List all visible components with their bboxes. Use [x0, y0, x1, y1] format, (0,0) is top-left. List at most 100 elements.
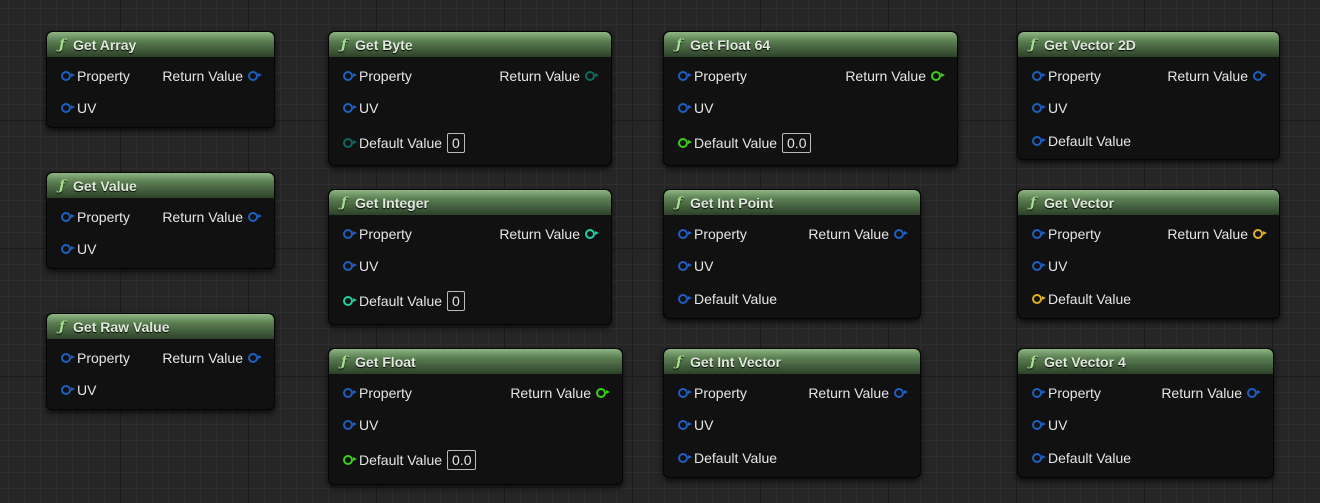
- input-pin-default-value[interactable]: Default Value: [1032, 131, 1131, 151]
- node-header[interactable]: ƒ Get Float: [329, 349, 622, 374]
- pin-icon[interactable]: [248, 212, 262, 222]
- input-pin-uv[interactable]: UV: [1032, 415, 1067, 435]
- node-header[interactable]: ƒ Get Byte: [329, 32, 611, 57]
- pin-icon[interactable]: [343, 138, 357, 148]
- input-pin-uv[interactable]: UV: [343, 415, 378, 435]
- pin-icon[interactable]: [343, 388, 357, 398]
- pin-icon[interactable]: [1032, 71, 1046, 81]
- node-get-value[interactable]: ƒ Get Value Property UV Return Value: [46, 172, 275, 269]
- input-pin-uv[interactable]: UV: [678, 256, 713, 276]
- pin-icon[interactable]: [61, 71, 75, 81]
- pin-icon[interactable]: [61, 103, 75, 113]
- pin-icon[interactable]: [343, 261, 357, 271]
- input-pin-uv[interactable]: UV: [61, 380, 96, 400]
- node-get-int-vector[interactable]: ƒ Get Int Vector Property UV Default Value Re…: [663, 348, 921, 478]
- output-pin-return-value[interactable]: Return Value: [499, 224, 599, 244]
- pin-icon[interactable]: [61, 212, 75, 222]
- pin-icon[interactable]: [1032, 420, 1046, 430]
- node-header[interactable]: ƒ Get Int Point: [664, 190, 920, 215]
- pin-icon[interactable]: [1032, 388, 1046, 398]
- pin-icon[interactable]: [1032, 103, 1046, 113]
- node-header[interactable]: ƒ Get Vector: [1018, 190, 1279, 215]
- input-pin-default-value[interactable]: Default Value: [1032, 448, 1131, 468]
- input-pin-property[interactable]: Property: [678, 224, 747, 244]
- input-pin-uv[interactable]: UV: [61, 239, 96, 259]
- pin-icon[interactable]: [343, 296, 357, 306]
- input-pin-property[interactable]: Property: [678, 66, 747, 86]
- node-header[interactable]: ƒ Get Float 64: [664, 32, 957, 57]
- input-pin-property[interactable]: Property: [343, 383, 412, 403]
- output-pin-return-value[interactable]: Return Value: [162, 207, 262, 227]
- output-pin-return-value[interactable]: Return Value: [808, 224, 908, 244]
- node-header[interactable]: ƒ Get Vector 2D: [1018, 32, 1279, 57]
- pin-icon[interactable]: [585, 71, 599, 81]
- output-pin-return-value[interactable]: Return Value: [510, 383, 610, 403]
- default-value-input[interactable]: 0.0: [782, 133, 812, 153]
- input-pin-uv[interactable]: UV: [343, 98, 378, 118]
- node-get-int-point[interactable]: ƒ Get Int Point Property UV Default Value Ret…: [663, 189, 921, 319]
- output-pin-return-value[interactable]: Return Value: [162, 348, 262, 368]
- pin-icon[interactable]: [1253, 71, 1267, 81]
- node-header[interactable]: ƒ Get Integer: [329, 190, 611, 215]
- input-pin-default-value[interactable]: Default Value 0: [343, 291, 465, 311]
- pin-icon[interactable]: [894, 229, 908, 239]
- pin-icon[interactable]: [61, 244, 75, 254]
- pin-icon[interactable]: [1247, 388, 1261, 398]
- input-pin-property[interactable]: Property: [1032, 383, 1101, 403]
- input-pin-property[interactable]: Property: [61, 348, 130, 368]
- input-pin-uv[interactable]: UV: [1032, 98, 1067, 118]
- pin-icon[interactable]: [1032, 136, 1046, 146]
- input-pin-property[interactable]: Property: [1032, 66, 1101, 86]
- pin-icon[interactable]: [343, 420, 357, 430]
- pin-icon[interactable]: [248, 353, 262, 363]
- default-value-input[interactable]: 0.0: [447, 450, 477, 470]
- node-header[interactable]: ƒ Get Int Vector: [664, 349, 920, 374]
- output-pin-return-value[interactable]: Return Value: [1167, 224, 1267, 244]
- input-pin-default-value[interactable]: Default Value 0.0: [678, 133, 812, 153]
- pin-icon[interactable]: [1032, 229, 1046, 239]
- node-get-vector-2d[interactable]: ƒ Get Vector 2D Property UV Default Value Ret…: [1017, 31, 1280, 160]
- pin-icon[interactable]: [678, 453, 692, 463]
- pin-icon[interactable]: [678, 138, 692, 148]
- input-pin-uv[interactable]: UV: [343, 256, 378, 276]
- pin-icon[interactable]: [343, 229, 357, 239]
- output-pin-return-value[interactable]: Return Value: [845, 66, 945, 86]
- input-pin-uv[interactable]: UV: [61, 98, 96, 118]
- pin-icon[interactable]: [343, 71, 357, 81]
- pin-icon[interactable]: [678, 420, 692, 430]
- input-pin-default-value[interactable]: Default Value 0: [343, 133, 465, 153]
- pin-icon[interactable]: [678, 103, 692, 113]
- output-pin-return-value[interactable]: Return Value: [1167, 66, 1267, 86]
- input-pin-default-value[interactable]: Default Value: [678, 448, 777, 468]
- input-pin-uv[interactable]: UV: [678, 415, 713, 435]
- pin-icon[interactable]: [585, 229, 599, 239]
- output-pin-return-value[interactable]: Return Value: [808, 383, 908, 403]
- pin-icon[interactable]: [1032, 453, 1046, 463]
- pin-icon[interactable]: [61, 385, 75, 395]
- node-get-vector[interactable]: ƒ Get Vector Property UV Default Value Return…: [1017, 189, 1280, 319]
- pin-icon[interactable]: [678, 71, 692, 81]
- pin-icon[interactable]: [678, 294, 692, 304]
- input-pin-default-value[interactable]: Default Value: [1032, 289, 1131, 309]
- input-pin-property[interactable]: Property: [678, 383, 747, 403]
- node-header[interactable]: ƒ Get Value: [47, 173, 274, 198]
- pin-icon[interactable]: [894, 388, 908, 398]
- pin-icon[interactable]: [1032, 294, 1046, 304]
- input-pin-property[interactable]: Property: [1032, 224, 1101, 244]
- node-header[interactable]: ƒ Get Array: [47, 32, 274, 57]
- node-get-array[interactable]: ƒ Get Array Property UV Return Value: [46, 31, 275, 128]
- default-value-input[interactable]: 0: [447, 291, 465, 311]
- pin-icon[interactable]: [343, 103, 357, 113]
- pin-icon[interactable]: [678, 261, 692, 271]
- node-get-integer[interactable]: ƒ Get Integer Property UV Default Value 0 Retu…: [328, 189, 612, 325]
- pin-icon[interactable]: [1253, 229, 1267, 239]
- output-pin-return-value[interactable]: Return Value: [499, 66, 599, 86]
- node-header[interactable]: ƒ Get Vector 4: [1018, 349, 1273, 374]
- node-get-raw-value[interactable]: ƒ Get Raw Value Property UV Return Value: [46, 313, 275, 410]
- node-get-byte[interactable]: ƒ Get Byte Property UV Default Value 0 Return …: [328, 31, 612, 166]
- input-pin-uv[interactable]: UV: [678, 98, 713, 118]
- output-pin-return-value[interactable]: Return Value: [162, 66, 262, 86]
- input-pin-default-value[interactable]: Default Value: [678, 289, 777, 309]
- output-pin-return-value[interactable]: Return Value: [1161, 383, 1261, 403]
- node-get-vector-4[interactable]: ƒ Get Vector 4 Property UV Default Value Retu…: [1017, 348, 1274, 478]
